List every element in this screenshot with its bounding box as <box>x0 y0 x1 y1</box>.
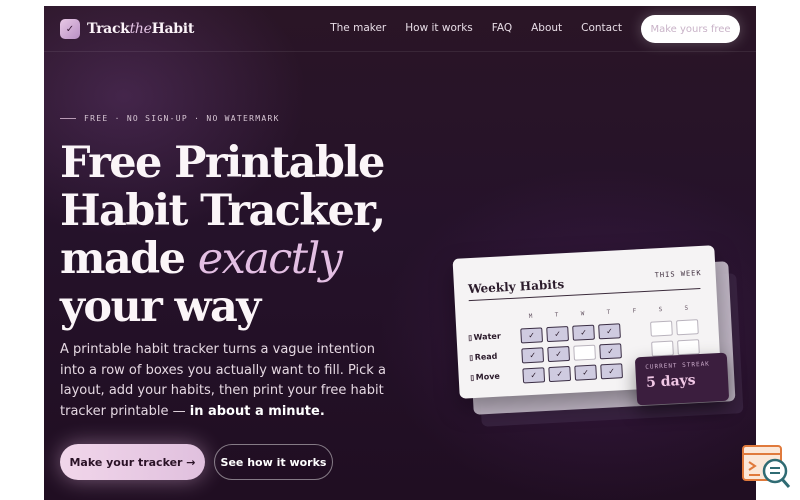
habit-cell: ✓ <box>599 343 622 360</box>
habit-cell: ✓ <box>520 327 544 344</box>
habit-cell: ✓ <box>598 323 621 340</box>
habit-cell <box>677 339 700 356</box>
nav-links: The maker How it works FAQ About Contact <box>330 22 622 34</box>
eyebrow: FREE · NO SIGN-UP · NO WATERMARK <box>60 114 280 123</box>
headline-accent: exactly <box>197 234 343 284</box>
logo[interactable]: ✓ TracktheHabit <box>60 19 194 39</box>
habit-checkbox-icon <box>468 335 472 342</box>
hero-description-emphasis: in about a minute. <box>189 403 325 419</box>
habit-label: Water <box>468 332 501 343</box>
habit-cell: ✓ <box>572 324 595 341</box>
day-header: S <box>658 306 663 314</box>
habit-cell: ✓ <box>522 367 546 384</box>
logo-text: TracktheHabit <box>87 21 194 37</box>
streak-value: 5 days <box>645 372 697 391</box>
habit-cell <box>650 320 673 337</box>
day-header: T <box>554 311 559 319</box>
habit-checkbox-icon <box>469 355 473 362</box>
habit-cell <box>573 344 596 361</box>
top-nav: ✓ TracktheHabit The maker How it works F… <box>44 6 756 52</box>
day-header: S <box>684 304 689 312</box>
make-yours-free-button[interactable]: Make yours free <box>641 15 740 43</box>
logo-check-icon: ✓ <box>60 19 80 39</box>
hero-headline: Free Printable Habit Tracker, made exact… <box>60 138 386 332</box>
card-week-label: THIS WEEK <box>654 268 702 280</box>
day-header: M <box>528 312 533 321</box>
nav-link-how-it-works[interactable]: How it works <box>405 22 473 34</box>
habit-cell <box>651 340 674 357</box>
habit-label: Read <box>469 352 498 362</box>
hero-description: A printable habit tracker turns a vague … <box>60 342 386 419</box>
landing-page: ✓ TracktheHabit The maker How it works F… <box>44 6 756 500</box>
day-header: W <box>580 310 585 318</box>
habit-label: Move <box>470 372 500 383</box>
nav-link-faq[interactable]: FAQ <box>492 22 512 34</box>
streak-label: CURRENT STREAK <box>645 360 711 371</box>
day-header: F <box>632 307 637 315</box>
habit-cell: ✓ <box>574 364 598 381</box>
habit-cell: ✓ <box>548 365 572 383</box>
card-title: Weekly Habits <box>467 277 565 297</box>
habit-cell: ✓ <box>546 325 569 343</box>
eyebrow-line <box>60 118 76 119</box>
habit-cell <box>676 319 699 336</box>
eyebrow-text: FREE · NO SIGN-UP · NO WATERMARK <box>84 114 280 123</box>
habit-cell: ✓ <box>547 345 571 363</box>
chat-search-icon[interactable] <box>742 444 792 490</box>
habit-cell: ✓ <box>600 363 623 380</box>
see-how-it-works-button[interactable]: See how it works <box>214 444 333 480</box>
current-streak-badge: CURRENT STREAK 5 days <box>634 352 730 406</box>
nav-link-contact[interactable]: Contact <box>581 22 622 34</box>
nav-link-about[interactable]: About <box>531 22 562 34</box>
nav-link-the-maker[interactable]: The maker <box>330 22 386 34</box>
make-your-tracker-button[interactable]: Make your tracker → <box>60 444 205 480</box>
day-header: T <box>606 308 611 316</box>
habit-checkbox-icon <box>470 375 474 382</box>
habit-cell: ✓ <box>521 347 545 364</box>
